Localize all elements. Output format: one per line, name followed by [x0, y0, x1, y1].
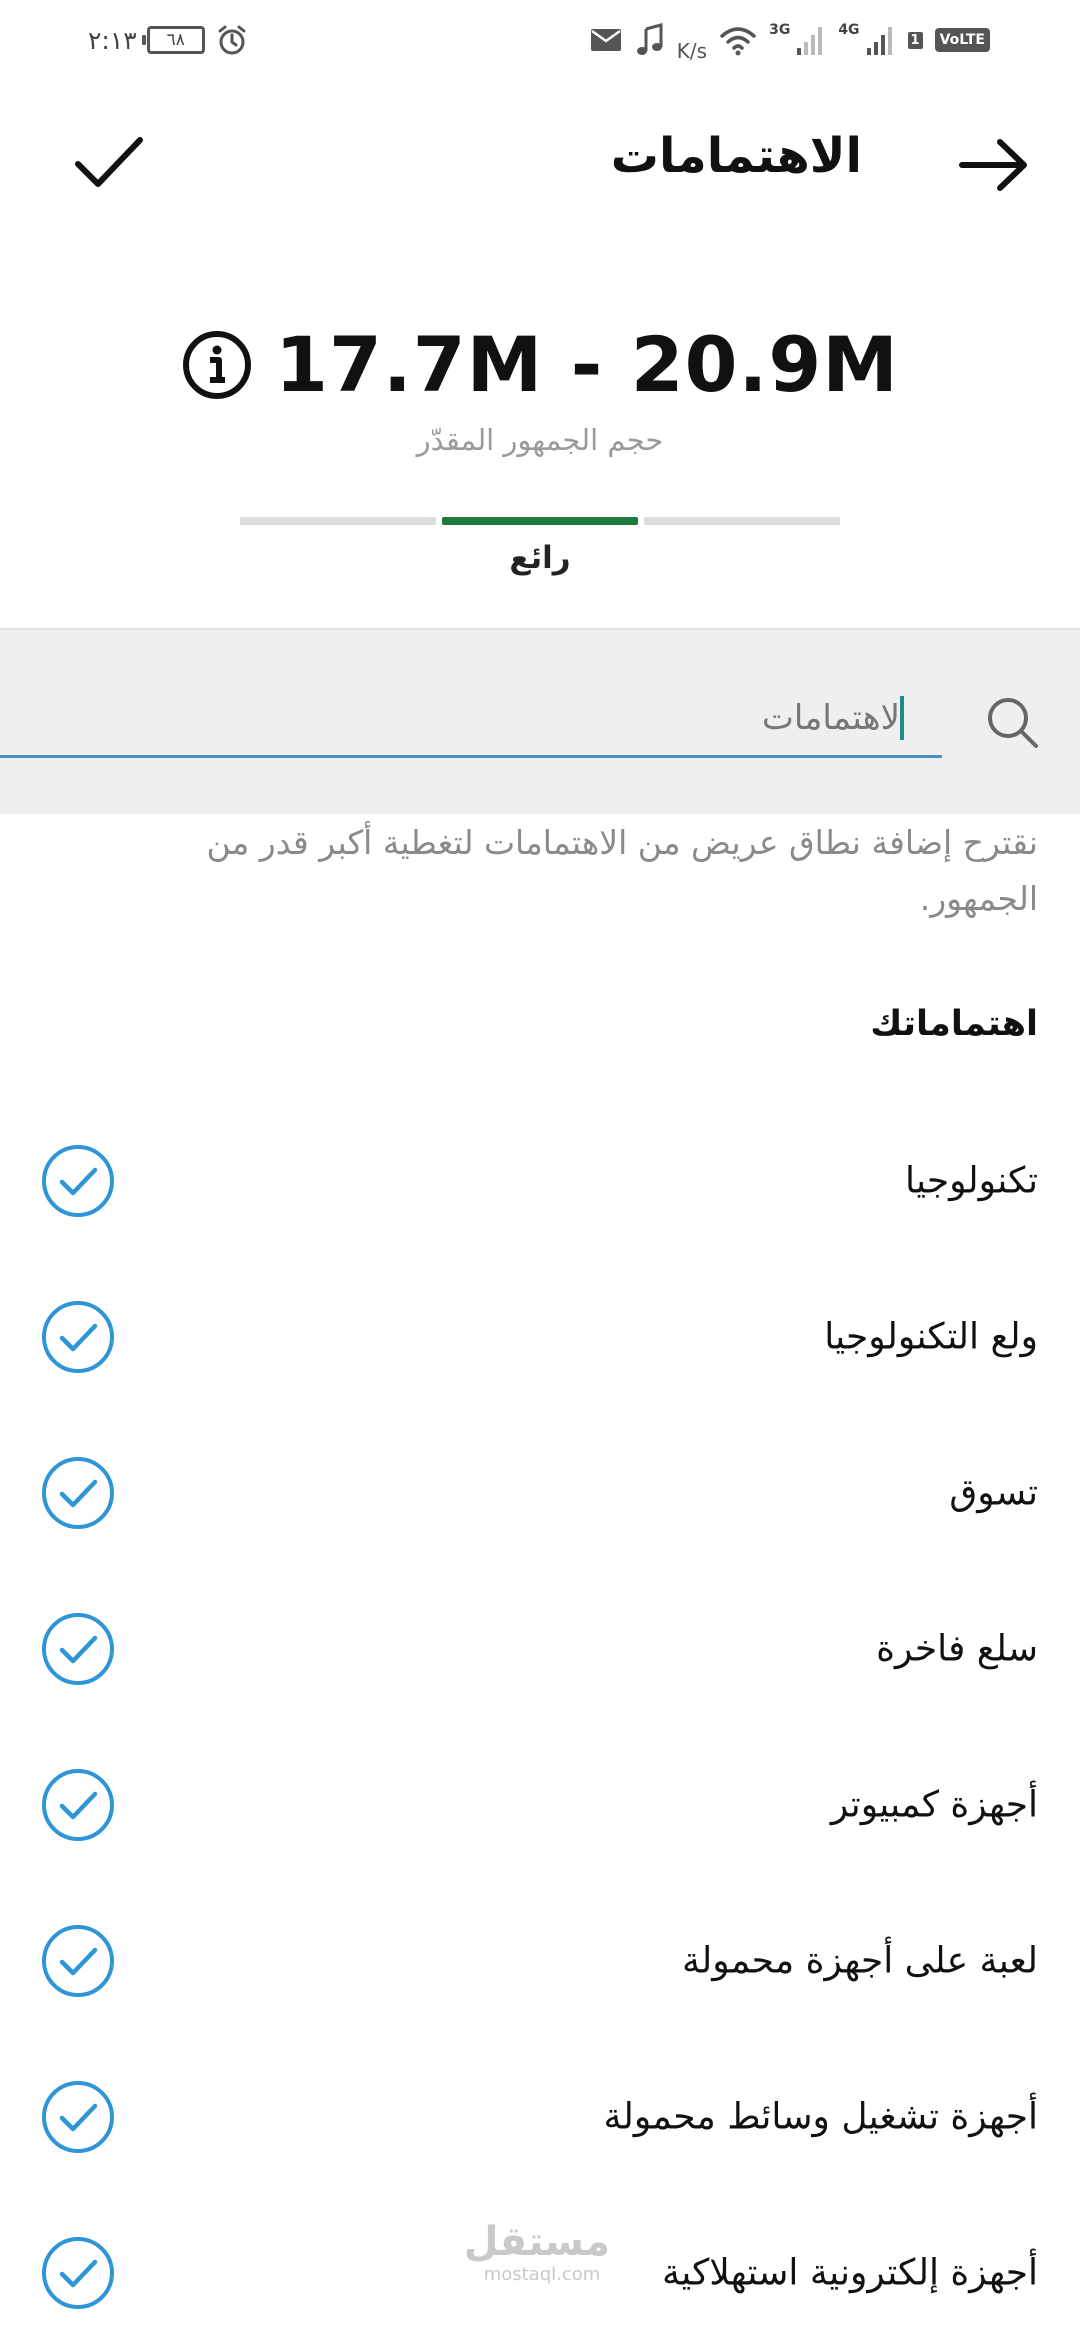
wifi-icon — [720, 27, 756, 56]
interest-label: أجهزة كمبيوتر — [830, 1784, 1038, 1825]
app-header: الاهتمامات — [0, 110, 1080, 220]
search-input-value[interactable]: لاهتمامات — [762, 698, 900, 738]
status-bar: ٢:١٣ ٦٨ K/s 3G 4G 1 VoLTE — [0, 0, 1080, 80]
volte-badge: VoLTE — [934, 28, 990, 52]
watermark-latin: mostaql.com — [483, 2264, 601, 2285]
text-caret — [900, 696, 904, 740]
interest-item[interactable]: سلع فاخرة — [0, 1571, 1080, 1727]
interest-item[interactable]: تسوق — [0, 1415, 1080, 1571]
interest-label: أجهزة تشغيل وسائط محمولة — [603, 2096, 1038, 2137]
meter-segment — [644, 517, 840, 525]
selected-check-icon[interactable] — [40, 1767, 116, 1843]
interest-item[interactable]: ولع التكنولوجيا — [0, 1259, 1080, 1415]
interests-section-title: اهتماماتك — [870, 1004, 1038, 1044]
signal-3g-icon — [797, 27, 823, 55]
selected-check-icon[interactable] — [40, 1299, 116, 1375]
sim-badge: 1 — [907, 31, 923, 49]
status-right-group: K/s 3G 4G 1 VoLTE — [589, 16, 990, 64]
selected-check-icon[interactable] — [40, 2235, 116, 2311]
selected-check-icon[interactable] — [40, 2079, 116, 2155]
back-arrow-icon[interactable] — [954, 130, 1034, 200]
search-input[interactable]: لاهتمامات — [0, 690, 942, 758]
interest-item[interactable]: أجهزة كمبيوتر — [0, 1727, 1080, 1883]
interest-label: لعبة على أجهزة محمولة — [681, 1940, 1038, 1981]
search-panel: لاهتمامات — [0, 628, 1080, 814]
clock: ٢:١٣ — [88, 25, 137, 55]
meter-segment — [240, 517, 436, 525]
interest-label: تسوق — [949, 1472, 1038, 1513]
network-speed: K/s — [676, 39, 708, 63]
battery-icon: ٦٨ — [141, 26, 205, 54]
interest-list: تكنولوجيا ولع التكنولوجيا تسوق سلع فاخرة أجه… — [0, 1103, 1080, 2351]
audience-quality-meter — [240, 517, 840, 525]
audience-range-value: 17.7M - 20.9M — [275, 320, 899, 409]
signal-4g-icon — [866, 27, 892, 55]
watermark-logo: مستقل mostaql.com — [463, 2219, 610, 2285]
network-4g-label: 4G — [838, 22, 860, 38]
selected-check-icon[interactable] — [40, 1611, 116, 1687]
meter-segment — [442, 517, 638, 525]
interest-item[interactable]: لعبة على أجهزة محمولة — [0, 1883, 1080, 2039]
alarm-icon — [218, 25, 246, 55]
confirm-check-icon[interactable] — [68, 128, 148, 198]
search-icon[interactable] — [982, 692, 1042, 752]
audience-caption: حجم الجمهور المقدّر — [416, 423, 664, 457]
selected-check-icon[interactable] — [40, 1923, 116, 1999]
audience-quality-label: رائع — [509, 540, 571, 576]
battery-level: ٦٨ — [166, 30, 185, 50]
interest-label: ولع التكنولوجيا — [824, 1316, 1038, 1357]
selected-check-icon[interactable] — [40, 1143, 116, 1219]
interest-label: تكنولوجيا — [904, 1160, 1038, 1201]
interest-item[interactable]: تكنولوجيا — [0, 1103, 1080, 1259]
mail-icon — [590, 29, 621, 51]
suggestion-text: نقترح إضافة نطاق عريض من الاهتمامات لتغط… — [206, 823, 1039, 918]
audience-range-row: 17.7M - 20.9M — [0, 320, 1080, 409]
interest-item[interactable]: أجهزة تشغيل وسائط محمولة — [0, 2039, 1080, 2195]
interest-label: سلع فاخرة — [876, 1628, 1038, 1669]
interest-label: أجهزة إلكترونية استهلاكية — [661, 2252, 1038, 2293]
music-icon — [636, 23, 663, 55]
watermark-arabic: مستقل — [463, 2219, 610, 2265]
network-3g-label: 3G — [769, 22, 791, 38]
page-title: الاهتمامات — [610, 128, 862, 184]
selected-check-icon[interactable] — [40, 1455, 116, 1531]
audience-size: 17.7M - 20.9M حجم الجمهور المقدّر — [0, 320, 1080, 457]
status-left-group: ٢:١٣ ٦٨ — [88, 18, 249, 62]
info-icon[interactable] — [181, 329, 253, 401]
